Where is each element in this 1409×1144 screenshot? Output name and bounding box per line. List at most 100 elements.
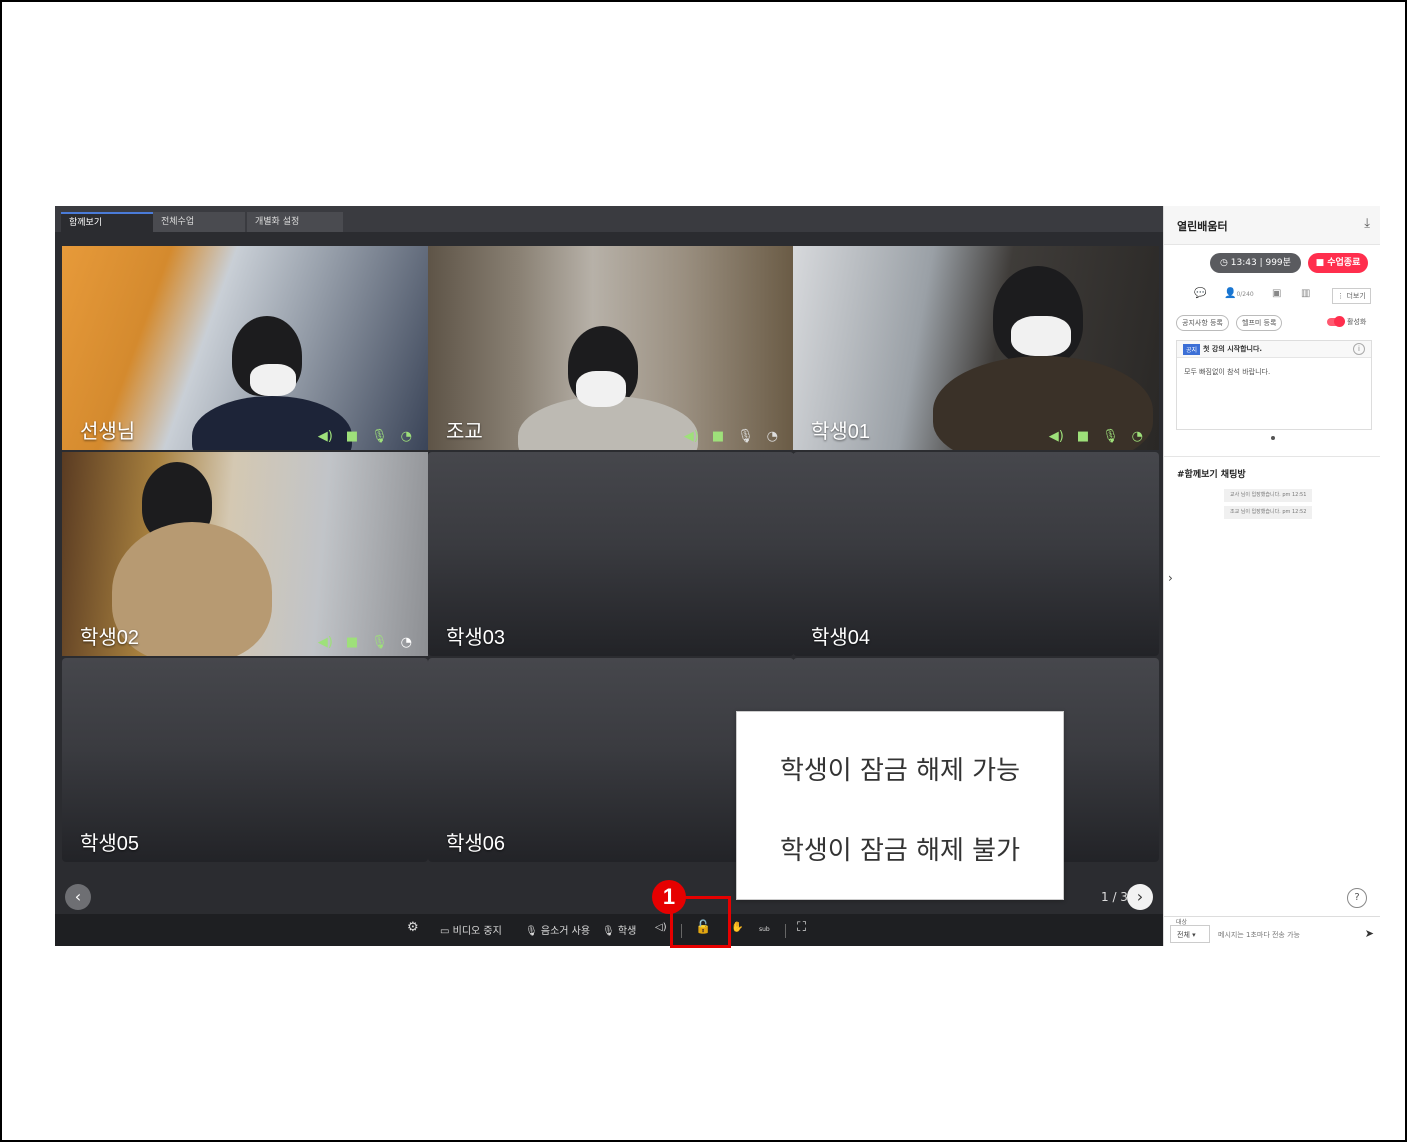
clock-icon: ◷ — [1220, 258, 1231, 268]
end-class-label: 수업종료 — [1327, 258, 1361, 268]
option-unlock-allowed[interactable]: 학생이 잠금 해제 가능 — [737, 750, 1063, 787]
hand-icon[interactable]: ✋ — [731, 922, 743, 933]
register-helpme-button[interactable]: 헬프미 등록 — [1236, 315, 1283, 331]
speaker-icon[interactable]: ◀) — [318, 429, 333, 444]
camera-icon[interactable]: ■ — [712, 429, 724, 444]
chat-room-title: #함께보기 채팅방 — [1177, 470, 1246, 480]
register-notice-button[interactable]: 공지사항 등록 — [1176, 315, 1229, 331]
participant-name: 학생03 — [446, 627, 506, 649]
camera-icon[interactable]: ■ — [346, 635, 358, 650]
video-stop-button[interactable]: ▭ 비디오 중지 — [440, 922, 502, 937]
chat-system-message: 교사 님이 입장했습니다. pm 12:51 — [1224, 489, 1313, 502]
student-label: 학생 — [617, 926, 637, 937]
face-mask — [1011, 316, 1071, 356]
subtitle-button[interactable]: sub — [759, 926, 770, 933]
step-marker: 1 — [652, 880, 686, 914]
activate-label: 활성화 — [1347, 318, 1367, 326]
video-tile[interactable]: 학생01 ◀) ■ 🎙 ◔ — [793, 246, 1159, 450]
class-app: 함께보기 전체수업 개별화 설정 선생님 ◀) ■ 🎙 ◔ 조교 ◀) ■ 🎙 … — [55, 206, 1380, 947]
file-tab-icon[interactable]: ▣ — [1272, 288, 1281, 299]
video-tile[interactable]: 학생02 ◀) ■ 🎙 ◔ — [62, 452, 428, 656]
notice-badge: 공지 — [1183, 344, 1201, 355]
participant-name: 학생06 — [446, 833, 506, 855]
video-tile[interactable]: 학생03 — [428, 452, 794, 656]
next-page-button[interactable]: › — [1127, 884, 1153, 910]
status-icons: ◀) ■ 🎙 ◔ — [1049, 429, 1143, 444]
help-icon[interactable]: ? — [1347, 888, 1367, 908]
tab-watch-together[interactable]: 함께보기 — [61, 212, 153, 232]
mic-icon[interactable]: 🎙 — [371, 429, 388, 444]
side-title: 열린배움터 — [1177, 220, 1228, 233]
divider — [1164, 456, 1380, 457]
people-tab-icon[interactable]: 👤0/240 — [1224, 288, 1254, 299]
target-value: 전체 — [1177, 931, 1190, 939]
send-icon[interactable]: ➤ — [1365, 927, 1374, 940]
toolbar-divider — [785, 924, 786, 938]
mic-icon[interactable]: 🎙 — [371, 635, 388, 650]
voice-icon[interactable]: ◔ — [1132, 429, 1143, 444]
lock-options-popup: 학생이 잠금 해제 가능 학생이 잠금 해제 불가 — [736, 711, 1064, 900]
more-button[interactable]: ⋮ 더보기 — [1332, 288, 1371, 304]
side-header: 열린배움터 ⤓ — [1164, 206, 1380, 245]
mute-toggle-button[interactable]: 🎙 음소거 사용 — [525, 922, 590, 937]
speaker-icon[interactable]: ◁) — [655, 922, 667, 933]
video-tile[interactable]: 학생04 — [793, 452, 1159, 656]
bottom-toolbar: ⚙ ▭ 비디오 중지 🎙 음소거 사용 🎙 학생 ◁) 🔓 ✋ sub ⛶ — [55, 914, 1163, 946]
chat-system-message: 조교 님이 입장했습니다. pm 12:52 — [1224, 506, 1313, 519]
target-select[interactable]: 전체 ▾ — [1170, 925, 1210, 943]
face-mask — [576, 371, 626, 407]
video-tile[interactable]: 학생05 — [62, 658, 428, 862]
tab-whole-class[interactable]: 전체수업 — [153, 212, 245, 232]
notice-title: 첫 강의 시작합니다. — [1203, 345, 1263, 353]
video-stop-label: 비디오 중지 — [452, 926, 502, 937]
notice-box: 공지 첫 강의 시작합니다. i 모두 빠짐없이 참석 바랍니다. — [1176, 340, 1372, 430]
message-input[interactable] — [1216, 925, 1360, 945]
class-timer: ◷ 13:43 | 999분 — [1210, 253, 1301, 273]
status-icons: ◀) ■ 🎙 ◔ — [318, 429, 412, 444]
participant-name: 조교 — [446, 421, 483, 443]
mic-icon[interactable]: 🎙 — [1102, 429, 1119, 444]
tab-bar: 함께보기 전체수업 개별화 설정 — [55, 206, 1163, 232]
notice-header: 공지 첫 강의 시작합니다. i — [1177, 341, 1371, 358]
carousel-dot[interactable] — [1271, 436, 1275, 440]
more-label: 더보기 — [1346, 292, 1366, 300]
tab-individual-settings[interactable]: 개별화 설정 — [247, 212, 343, 232]
mic-icon: 🎙 — [525, 926, 541, 937]
people-count: 0/240 — [1236, 291, 1254, 298]
participant-name: 선생님 — [80, 421, 136, 443]
speaker-icon[interactable]: ◀) — [1049, 429, 1064, 444]
fullscreen-icon[interactable]: ⛶ — [797, 920, 806, 935]
voice-icon[interactable]: ◔ — [401, 635, 412, 650]
activate-toggle[interactable] — [1327, 316, 1345, 327]
settings-icon[interactable]: ⚙ — [407, 920, 419, 935]
option-unlock-denied[interactable]: 학생이 잠금 해제 불가 — [737, 830, 1063, 867]
notice-body: 모두 빠짐없이 참석 바랍니다. — [1184, 368, 1271, 376]
end-class-button[interactable]: ■ 수업종료 — [1308, 253, 1368, 273]
voice-icon[interactable]: ◔ — [401, 429, 412, 444]
status-icons: ◀) ■ 🎙 ◔ — [684, 429, 778, 444]
speaker-icon[interactable]: ◀) — [684, 429, 699, 444]
voice-icon[interactable]: ◔ — [767, 429, 778, 444]
participant-name: 학생02 — [80, 627, 140, 649]
info-icon[interactable]: i — [1353, 343, 1365, 355]
page-indicator: 1 / 3 — [1101, 890, 1128, 904]
download-icon[interactable]: ⤓ — [1364, 216, 1370, 231]
status-icons: ◀) ■ 🎙 ◔ — [318, 635, 412, 650]
chat-tab-icon[interactable]: 💬 — [1194, 288, 1206, 299]
speaker-icon[interactable]: ◀) — [318, 635, 333, 650]
participant-name: 학생05 — [80, 833, 140, 855]
student-mic-button[interactable]: 🎙 학생 — [602, 922, 636, 937]
timer-minutes: 999분 — [1265, 258, 1291, 268]
mic-muted-icon[interactable]: 🎙 — [737, 429, 754, 444]
prev-page-button[interactable]: ‹ — [65, 884, 91, 910]
collapse-panel-icon[interactable]: › — [1168, 571, 1173, 585]
mic-icon: 🎙 — [602, 926, 618, 937]
video-tile[interactable]: 조교 ◀) ■ 🎙 ◔ — [428, 246, 794, 450]
side-panel: 열린배움터 ⤓ ◷ 13:43 | 999분 ■ 수업종료 💬 👤0/240 ▣… — [1163, 206, 1380, 947]
timer-time: 13:43 — [1230, 258, 1257, 268]
camera-icon[interactable]: ■ — [346, 429, 358, 444]
video-tile[interactable]: 선생님 ◀) ■ 🎙 ◔ — [62, 246, 428, 450]
stats-tab-icon[interactable]: ▥ — [1301, 288, 1310, 299]
camera-icon[interactable]: ■ — [1077, 429, 1089, 444]
face-mask — [250, 364, 296, 396]
